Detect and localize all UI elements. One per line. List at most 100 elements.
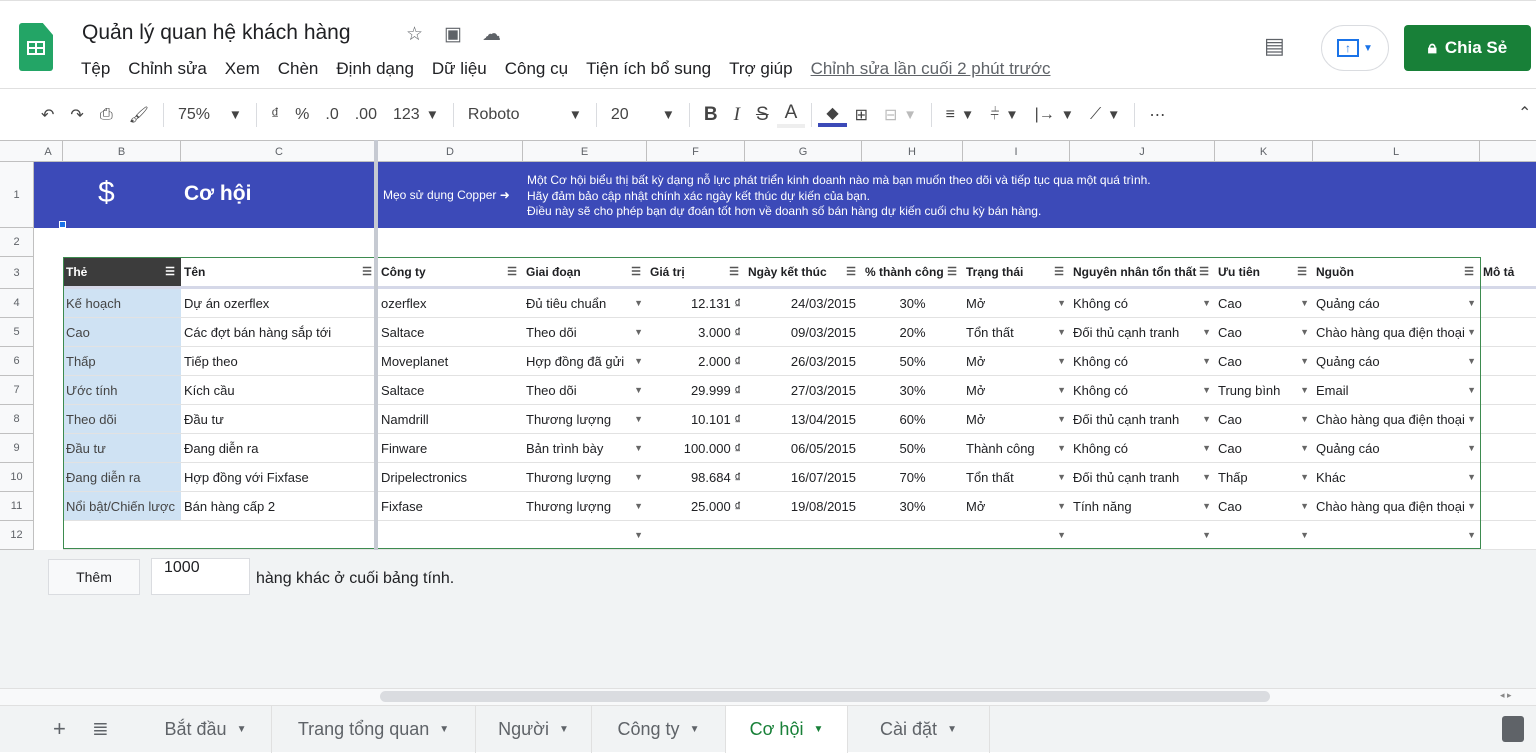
dropdown-arrow-icon[interactable]: ▼ — [1300, 414, 1309, 424]
cloud-status-icon[interactable]: ☁ — [482, 23, 501, 46]
sheet-tab[interactable]: Cơ hội ▼ — [726, 706, 848, 753]
text-rotation-icon[interactable]: ⟋ ▼ — [1082, 106, 1128, 124]
row-header[interactable]: 10 — [0, 463, 34, 492]
table-cell[interactable]: Cao ▼ — [1215, 347, 1313, 376]
chevron-down-icon[interactable]: ▼ — [690, 724, 700, 735]
menu-file[interactable]: Tệp — [81, 59, 110, 79]
filter-icon[interactable]: ☰ — [1464, 265, 1474, 278]
dropdown-arrow-icon[interactable]: ▼ — [1202, 443, 1211, 453]
sheet-tab[interactable]: Công ty ▼ — [592, 706, 726, 753]
dropdown-arrow-icon[interactable]: ▼ — [1467, 385, 1476, 395]
filter-icon[interactable]: ☰ — [507, 265, 517, 278]
table-cell[interactable]: Bản trình bày ▼ — [523, 434, 647, 463]
dropdown-arrow-icon[interactable]: ▼ — [634, 443, 643, 453]
column-header[interactable]: L — [1313, 141, 1480, 162]
table-cell[interactable]: Mở ▼ — [963, 376, 1070, 405]
text-color-button[interactable]: A — [776, 102, 806, 128]
dropdown-arrow-icon[interactable]: ▼ — [1057, 472, 1066, 482]
row-header[interactable]: 12 — [0, 521, 34, 550]
filter-icon[interactable]: ☰ — [846, 265, 856, 278]
filter-icon[interactable]: ☰ — [1199, 265, 1209, 278]
all-sheets-icon[interactable]: ≣ — [92, 716, 109, 741]
table-cell[interactable]: Không có ▼ — [1070, 376, 1215, 405]
filter-icon[interactable]: ☰ — [165, 265, 175, 278]
table-cell[interactable]: Đối thủ cạnh tranh ▼ — [1070, 405, 1215, 434]
freeze-divider[interactable] — [374, 140, 378, 550]
table-cell[interactable]: Đối thủ cạnh tranh ▼ — [1070, 463, 1215, 492]
menu-view[interactable]: Xem — [225, 59, 260, 79]
filter-icon[interactable]: ☰ — [362, 265, 372, 278]
dropdown-arrow-icon[interactable]: ▼ — [1300, 443, 1309, 453]
table-cell[interactable]: Cao ▼ — [1215, 318, 1313, 347]
chevron-down-icon[interactable]: ▼ — [237, 724, 247, 735]
explore-icon[interactable] — [1502, 716, 1524, 742]
row-header[interactable]: 9 — [0, 434, 34, 463]
strikethrough-button[interactable]: S — [748, 104, 777, 126]
dropdown-arrow-icon[interactable]: ▼ — [1202, 385, 1211, 395]
table-cell[interactable]: Thành công ▼ — [963, 434, 1070, 463]
sheet-tab[interactable]: Trang tổng quan ▼ — [272, 706, 476, 753]
merge-cells-icon[interactable]: ⊟ ▼ — [876, 105, 925, 125]
table-cell[interactable]: Tổn thất ▼ — [963, 463, 1070, 492]
currency-format-button[interactable]: ₫ — [263, 106, 287, 124]
table-cell[interactable]: Chào hàng qua điện thoại ▼ — [1313, 492, 1480, 521]
sheets-logo-icon[interactable] — [19, 23, 53, 71]
add-rows-count-input[interactable]: 1000 — [151, 558, 250, 595]
column-header[interactable]: B — [63, 141, 181, 162]
print-icon[interactable]: ⎙ — [92, 106, 121, 124]
dropdown-arrow-icon[interactable]: ▼ — [1057, 327, 1066, 337]
row-header[interactable]: 11 — [0, 492, 34, 521]
table-cell[interactable]: Thương lượng ▼ — [523, 492, 647, 521]
chevron-down-icon[interactable]: ▼ — [947, 724, 957, 735]
filter-icon[interactable]: ☰ — [1054, 265, 1064, 278]
table-cell[interactable]: Quảng cáo ▼ — [1313, 289, 1480, 318]
table-cell[interactable]: Hợp đồng đã gửi ▼ — [523, 347, 647, 376]
bold-button[interactable]: B — [696, 104, 726, 126]
row-header[interactable]: 8 — [0, 405, 34, 434]
more-options-button[interactable]: ⋯ — [1141, 105, 1173, 125]
table-cell[interactable]: Thương lượng ▼ — [523, 405, 647, 434]
table-cell[interactable]: Tính năng ▼ — [1070, 492, 1215, 521]
increase-decimal-button[interactable]: .00 — [347, 106, 385, 124]
share-button[interactable]: 🔒︎ Chia Sẻ — [1404, 25, 1531, 71]
filter-icon[interactable]: ☰ — [631, 265, 641, 278]
menu-format[interactable]: Định dạng — [336, 59, 414, 79]
menu-insert[interactable]: Chèn — [278, 59, 319, 79]
dropdown-arrow-icon[interactable]: ▼ — [634, 356, 643, 366]
dropdown-arrow-icon[interactable]: ▼ — [1202, 356, 1211, 366]
table-cell[interactable]: Chào hàng qua điện thoại ▼ — [1313, 405, 1480, 434]
add-rows-button[interactable]: Thêm — [48, 559, 140, 595]
table-cell[interactable]: Không có ▼ — [1070, 347, 1215, 376]
row-header[interactable]: 7 — [0, 376, 34, 405]
add-sheet-icon[interactable]: + — [53, 716, 66, 742]
italic-button[interactable]: I — [726, 104, 748, 126]
filter-icon[interactable]: ☰ — [947, 265, 957, 278]
font-size-select[interactable]: 20 ▼ — [603, 106, 683, 124]
sheet-tab[interactable]: Người ▼ — [476, 706, 592, 753]
row-header[interactable]: 2 — [0, 228, 34, 257]
undo-icon[interactable]: ↶ — [33, 105, 62, 125]
dropdown-arrow-icon[interactable]: ▼ — [1202, 472, 1211, 482]
table-cell[interactable]: Theo dõi ▼ — [523, 318, 647, 347]
table-cell[interactable]: ▼ — [963, 521, 1070, 550]
dropdown-arrow-icon[interactable]: ▼ — [1467, 356, 1476, 366]
column-header[interactable]: J — [1070, 141, 1215, 162]
table-cell[interactable]: Quảng cáo ▼ — [1313, 434, 1480, 463]
table-cell[interactable]: Cao ▼ — [1215, 405, 1313, 434]
dropdown-arrow-icon[interactable]: ▼ — [1467, 530, 1476, 540]
row-header[interactable]: 3 — [0, 257, 34, 289]
dropdown-arrow-icon[interactable]: ▼ — [634, 501, 643, 511]
selection-handle[interactable] — [59, 221, 66, 228]
paint-format-icon[interactable]: 🖌︎ — [121, 105, 157, 125]
dropdown-arrow-icon[interactable]: ▼ — [1300, 327, 1309, 337]
dropdown-arrow-icon[interactable]: ▼ — [1300, 385, 1309, 395]
table-cell[interactable]: Email ▼ — [1313, 376, 1480, 405]
row-header[interactable]: 1 — [0, 162, 34, 228]
dropdown-arrow-icon[interactable]: ▼ — [1467, 327, 1476, 337]
column-header[interactable]: I — [963, 141, 1070, 162]
dropdown-arrow-icon[interactable]: ▼ — [1467, 298, 1476, 308]
table-cell[interactable]: ▼ — [523, 521, 647, 550]
column-header[interactable]: E — [523, 141, 647, 162]
dropdown-arrow-icon[interactable]: ▼ — [1202, 501, 1211, 511]
more-formats-button[interactable]: 123 ▼ — [385, 106, 447, 124]
